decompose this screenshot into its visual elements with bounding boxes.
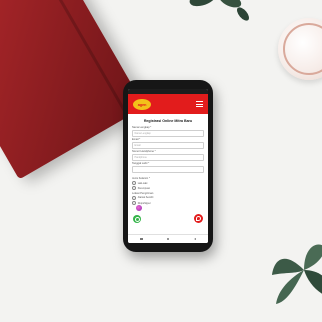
- shipping-option-label: Alamat Sendiri: [137, 196, 154, 200]
- home-icon[interactable]: [166, 237, 170, 241]
- birthdate-input[interactable]: [132, 165, 204, 173]
- recent-apps-icon[interactable]: [140, 237, 143, 241]
- shipping-option-dropship[interactable]: Dropshipper: [132, 201, 204, 206]
- shipping-label: Lokasi Pengiriman: [132, 191, 154, 195]
- desk-scene: agen Registrasi Online Mitra Baru Nama L…: [0, 0, 322, 322]
- radio-button[interactable]: [132, 186, 137, 191]
- full-name-input[interactable]: Nama Lengkap: [132, 129, 204, 137]
- smartphone: agen Registrasi Online Mitra Baru Nama L…: [123, 80, 213, 252]
- phone-screen: agen Registrasi Online Mitra Baru Nama L…: [128, 89, 208, 243]
- android-nav-bar: [128, 234, 208, 243]
- full-name-label: Nama Lengkap *: [132, 126, 152, 129]
- whatsapp-icon[interactable]: [133, 215, 141, 223]
- radio-button[interactable]: [132, 181, 137, 186]
- gender-option-label: Laki-Laki: [137, 181, 148, 185]
- email-label: Email *: [132, 138, 141, 141]
- gender-label: Jenis Kelamin *: [132, 177, 150, 180]
- gender-option-male[interactable]: Laki-Laki: [132, 181, 204, 186]
- registration-form: Registrasi Online Mitra Baru Nama Lengka…: [128, 114, 208, 206]
- radio-button[interactable]: [132, 201, 137, 206]
- phone-input[interactable]: Handphone: [132, 153, 204, 161]
- email-input[interactable]: Email: [132, 141, 204, 149]
- shipping-option-self[interactable]: Alamat Sendiri: [132, 195, 204, 201]
- plant-bottom: [272, 244, 322, 304]
- phone-label: Nomor Handphone *: [132, 150, 156, 153]
- cup-rim: [283, 23, 322, 75]
- hamburger-icon[interactable]: [196, 101, 203, 107]
- gender-option-female[interactable]: Perempuan: [132, 186, 204, 191]
- avatar-icon[interactable]: [136, 205, 142, 211]
- form-title: Registrasi Online Mitra Baru: [143, 119, 193, 123]
- app-header: agen: [128, 94, 208, 114]
- plant-top: [189, 0, 249, 21]
- birthdate-label: Tanggal Lahir *: [132, 162, 150, 165]
- back-icon[interactable]: [193, 238, 196, 240]
- gender-option-label: Perempuan: [137, 186, 151, 190]
- notebook-band: [37, 0, 130, 118]
- coffee-cup: [278, 18, 322, 80]
- brand-logo[interactable]: agen: [133, 98, 151, 110]
- chat-icon[interactable]: [194, 214, 203, 223]
- radio-button[interactable]: [132, 195, 137, 201]
